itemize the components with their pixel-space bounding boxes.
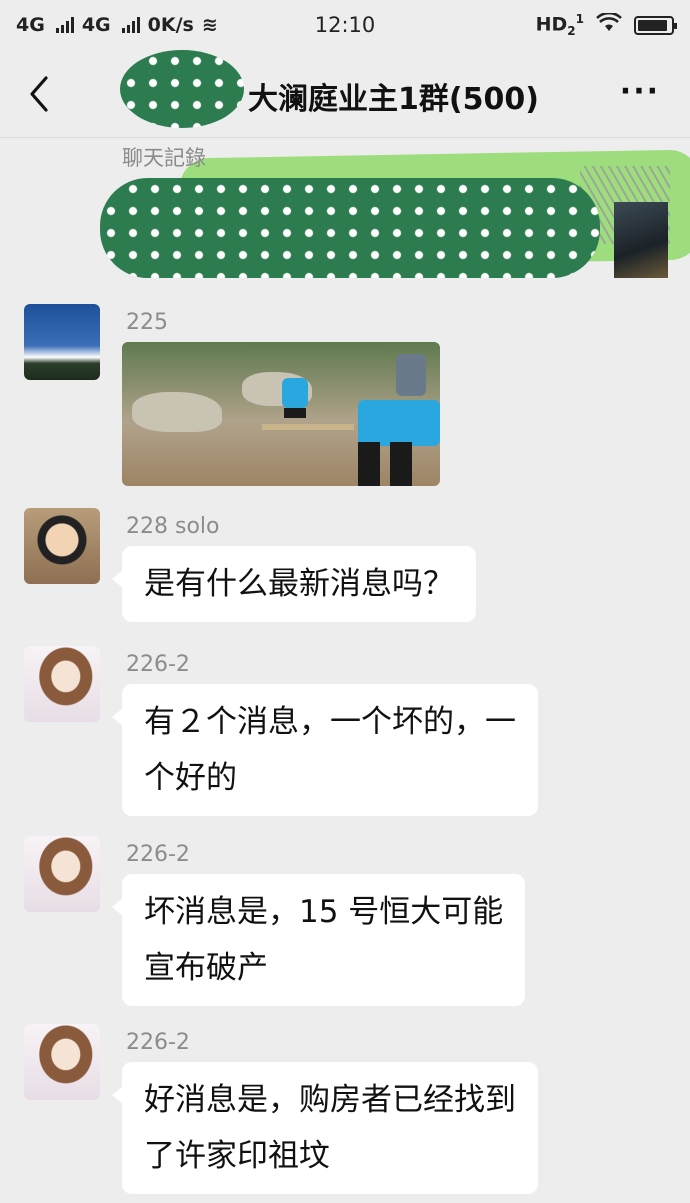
message-item: 226-2 有２个消息，一个坏的，一 个好的 xyxy=(24,646,604,818)
chat-record-card[interactable]: 聊天記錄 xyxy=(100,140,690,278)
text-bubble[interactable]: 是有什么最新消息吗？ xyxy=(112,546,476,622)
status-bar: 4G 4G 0K/s ≋ 12:10 HD21 xyxy=(0,0,690,50)
signal-bars-icon xyxy=(121,17,140,33)
sender-name: 226-2 xyxy=(126,1030,190,1055)
avatar[interactable] xyxy=(24,304,100,380)
wifi-icon xyxy=(596,11,622,38)
message-text: 坏消息是，15 号恒大可能 xyxy=(144,894,504,930)
message-text: 是有什么最新消息吗？ xyxy=(144,566,454,602)
page-title: 大澜庭业主1群(500) xyxy=(248,82,539,117)
text-bubble[interactable]: 有２个消息，一个坏的，一 个好的 xyxy=(112,684,538,816)
network-type-2: 4G xyxy=(81,14,111,36)
more-options-button[interactable]: ··· xyxy=(620,74,660,109)
message-text: 个好的 xyxy=(144,760,237,796)
message-text: 了许家印祖坟 xyxy=(144,1138,330,1174)
status-icons: HD21 xyxy=(535,11,677,39)
avatar[interactable] xyxy=(24,646,100,722)
message-text: 有２个消息，一个坏的，一 xyxy=(144,704,516,740)
message-item: 225 xyxy=(24,304,454,489)
sender-name: 225 xyxy=(126,310,168,335)
image-message[interactable] xyxy=(122,342,440,486)
chevron-left-icon xyxy=(30,76,48,112)
chat-record-label: 聊天記錄 xyxy=(122,146,206,170)
data-sync-icon: ≋ xyxy=(201,14,218,36)
message-item: 228 solo 是有什么最新消息吗？ xyxy=(24,508,524,628)
avatar[interactable] xyxy=(24,836,100,912)
chat-header: 大澜庭业主1群(500) ··· xyxy=(0,50,690,138)
message-item: 226-2 坏消息是，15 号恒大可能 宣布破产 xyxy=(24,836,604,1008)
record-thumbnail xyxy=(614,202,668,278)
network-speed: 0K/s xyxy=(147,14,194,36)
network-type-1: 4G xyxy=(16,14,45,36)
signal-bars-icon xyxy=(55,17,74,33)
text-bubble[interactable]: 好消息是，购房者已经找到 了许家印祖坟 xyxy=(112,1062,538,1194)
message-text: 宣布破产 xyxy=(144,950,268,986)
signal-group: 4G 4G 0K/s ≋ xyxy=(16,14,218,36)
back-button[interactable] xyxy=(22,72,62,116)
avatar[interactable] xyxy=(24,1024,100,1100)
redaction-sticker xyxy=(100,178,600,278)
sender-name: 228 solo xyxy=(126,514,220,539)
sender-name: 226-2 xyxy=(126,842,190,867)
avatar[interactable] xyxy=(24,508,100,584)
battery-icon xyxy=(634,15,677,35)
redaction-sticker xyxy=(120,50,244,128)
text-bubble[interactable]: 坏消息是，15 号恒大可能 宣布破产 xyxy=(111,874,526,1006)
message-text: 好消息是，购房者已经找到 xyxy=(144,1082,516,1118)
sender-name: 226-2 xyxy=(126,652,190,677)
message-item: 226-2 好消息是，购房者已经找到 了许家印祖坟 xyxy=(24,1024,604,1196)
hd-voice-indicator: HD21 xyxy=(535,11,584,39)
